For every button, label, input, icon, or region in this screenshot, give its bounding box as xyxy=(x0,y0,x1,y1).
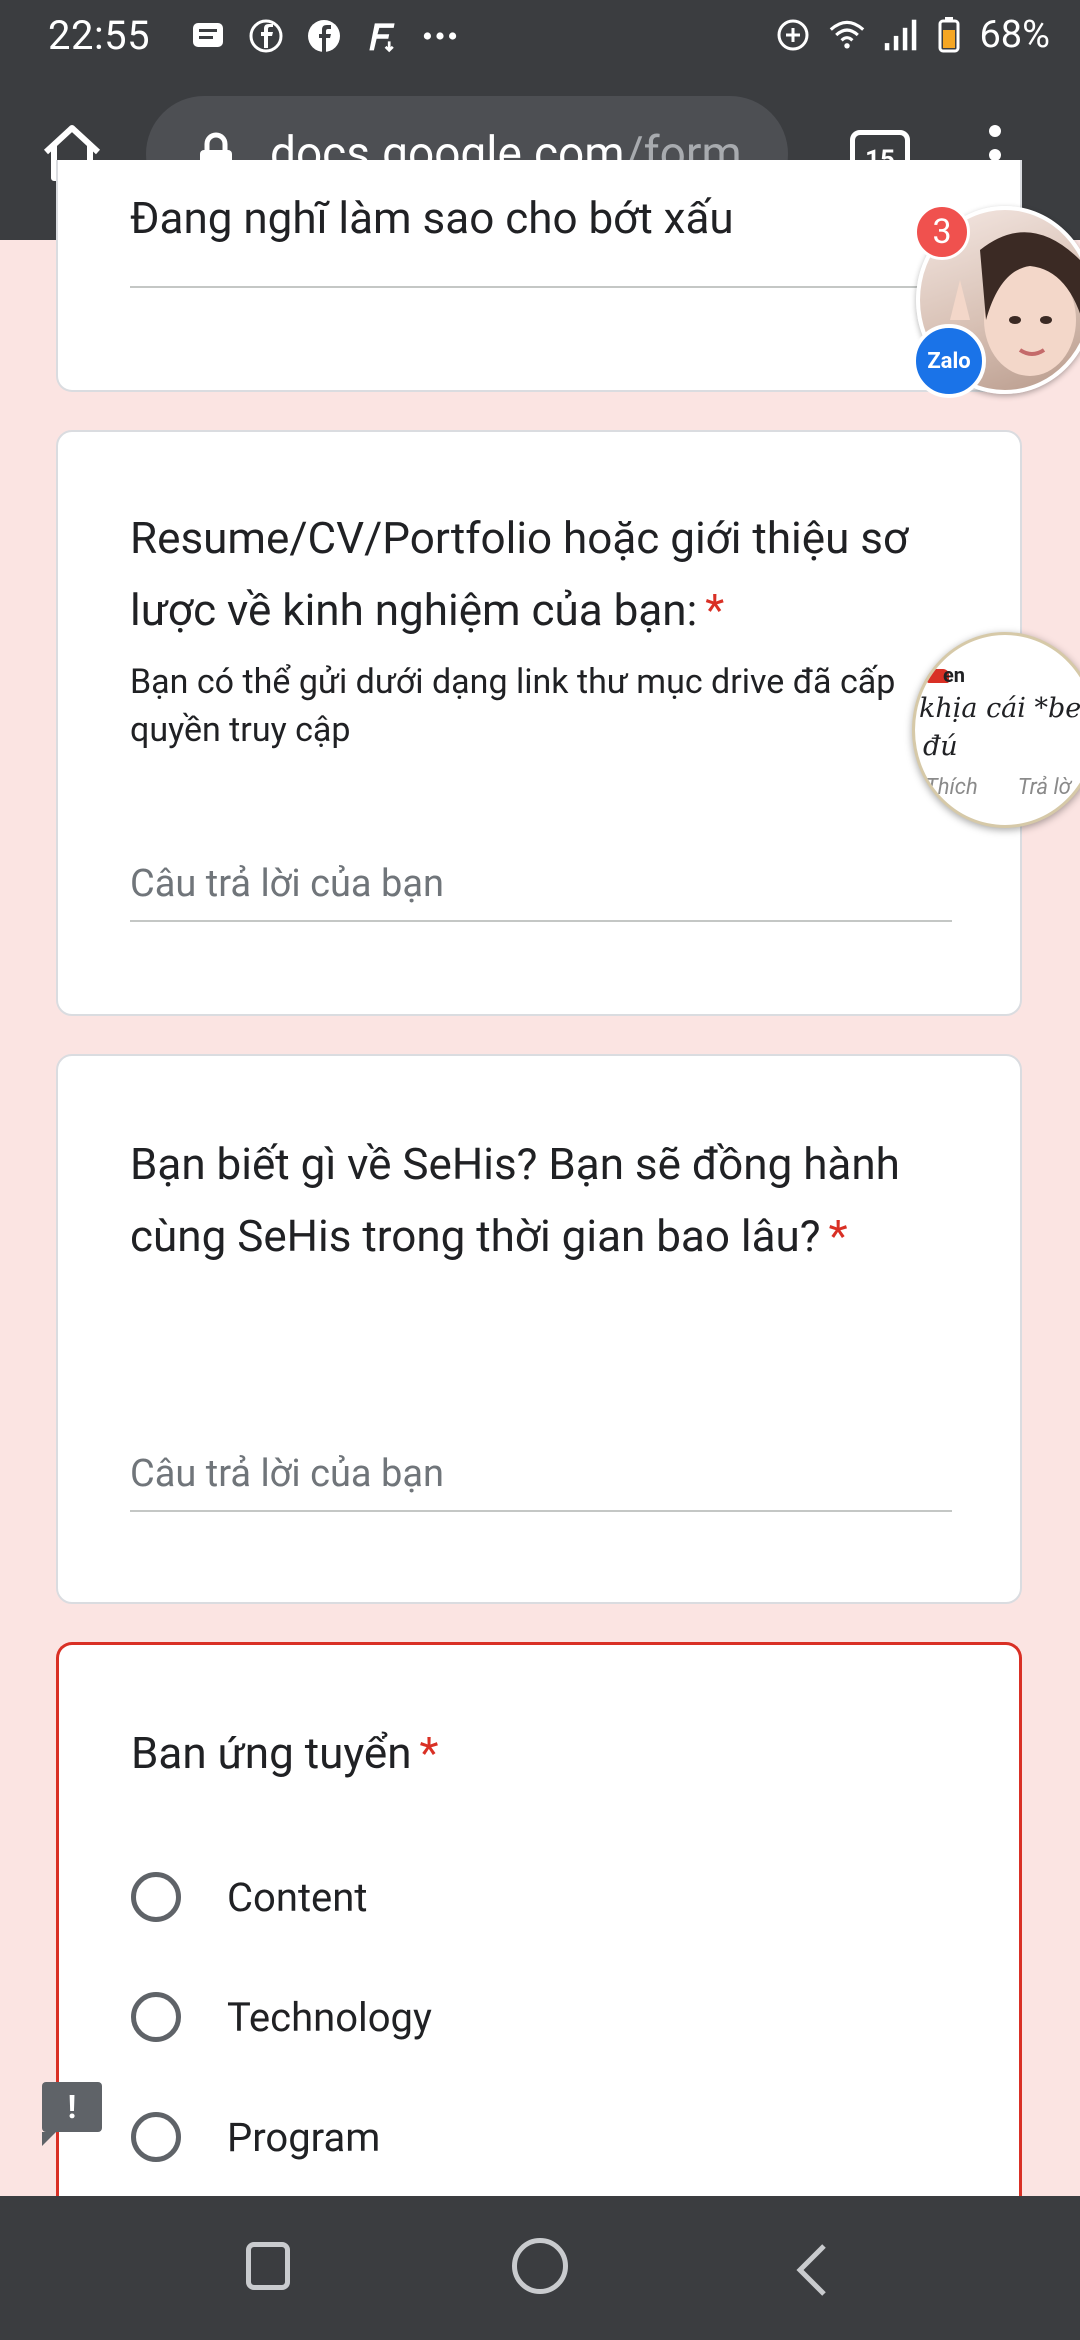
battery-icon xyxy=(937,17,961,53)
previous-answer-field[interactable]: Đang nghĩ làm sao cho bớt xấu xyxy=(130,192,952,288)
question-description: Bạn có thể gửi dưới dạng link thư mục dr… xyxy=(130,662,896,750)
chat-actions: Thích Trả lờ xyxy=(925,775,1071,800)
question-card-ban: Ban ứng tuyển * Content Technology Progra… xyxy=(56,1642,1022,2262)
wifi-icon xyxy=(829,17,865,53)
like-action[interactable]: Thích xyxy=(925,775,978,800)
status-time: 22:55 xyxy=(48,12,151,59)
question-title: Bạn biết gì về SeHis? Bạn sẽ đồng hành c… xyxy=(130,1138,900,1262)
chat-sender: en xyxy=(943,663,966,687)
home-circle-icon[interactable] xyxy=(512,2238,568,2294)
chat-preview-bubble[interactable]: en khịa cái *beep đú Thích Trả lờ xyxy=(912,632,1080,828)
recents-icon[interactable] xyxy=(246,2242,290,2290)
radio-option-program[interactable]: Program xyxy=(131,2105,380,2169)
signal-icon xyxy=(883,17,919,53)
chat-message-line: khịa cái *beep xyxy=(919,693,1080,724)
notification-badge: 3 xyxy=(914,204,970,260)
answer-input-sehis[interactable]: Câu trả lời của bạn xyxy=(130,1432,952,1512)
f-app-icon xyxy=(364,18,400,54)
facebook-icon xyxy=(306,18,342,54)
option-label: Content xyxy=(227,1873,368,1921)
message-icon xyxy=(190,18,226,54)
question-title: Ban ứng tuyển * xyxy=(131,1727,439,1779)
option-label: Program xyxy=(227,2113,381,2161)
option-label: Technology xyxy=(227,1993,432,2041)
required-asterisk: * xyxy=(705,584,725,636)
required-asterisk: * xyxy=(828,1210,848,1262)
radio-button[interactable] xyxy=(131,1992,181,2042)
report-feedback-icon[interactable]: ! xyxy=(42,2082,102,2146)
back-icon[interactable] xyxy=(786,2240,846,2300)
required-asterisk: * xyxy=(419,1727,439,1779)
previous-answer-text: Đang nghĩ làm sao cho bớt xấu xyxy=(130,192,734,244)
zalo-logo-icon: Zalo xyxy=(912,324,986,398)
answer-input-resume[interactable]: Câu trả lời của bạn xyxy=(130,842,952,922)
battery-percent: 68% xyxy=(979,13,1050,57)
radio-option-technology[interactable]: Technology xyxy=(131,1985,432,2049)
reply-action[interactable]: Trả lờ xyxy=(1018,775,1071,800)
question-title: Resume/CV/Portfolio hoặc giới thiệu sơ l… xyxy=(130,512,909,636)
radio-button[interactable] xyxy=(131,1872,181,1922)
more-dots-icon xyxy=(422,18,458,54)
question-card-resume: Resume/CV/Portfolio hoặc giới thiệu sơ l… xyxy=(56,430,1022,1016)
status-bar: 22:55 68% xyxy=(0,0,1080,72)
facebook-outline-icon xyxy=(248,18,284,54)
radio-button[interactable] xyxy=(131,2112,181,2162)
answer-placeholder: Câu trả lời của bạn xyxy=(130,862,445,906)
answer-placeholder: Câu trả lời của bạn xyxy=(130,1452,445,1496)
system-icons: 68% xyxy=(775,12,1050,58)
radio-option-content[interactable]: Content xyxy=(131,1865,367,1929)
data-saver-icon xyxy=(775,17,811,53)
notification-icons xyxy=(190,14,458,58)
question-card-previous: Đang nghĩ làm sao cho bớt xấu xyxy=(56,160,1022,392)
chat-message-line: đú xyxy=(923,731,958,762)
system-nav-bar xyxy=(0,2196,1080,2340)
question-card-sehis: Bạn biết gì về SeHis? Bạn sẽ đồng hành c… xyxy=(56,1054,1022,1604)
